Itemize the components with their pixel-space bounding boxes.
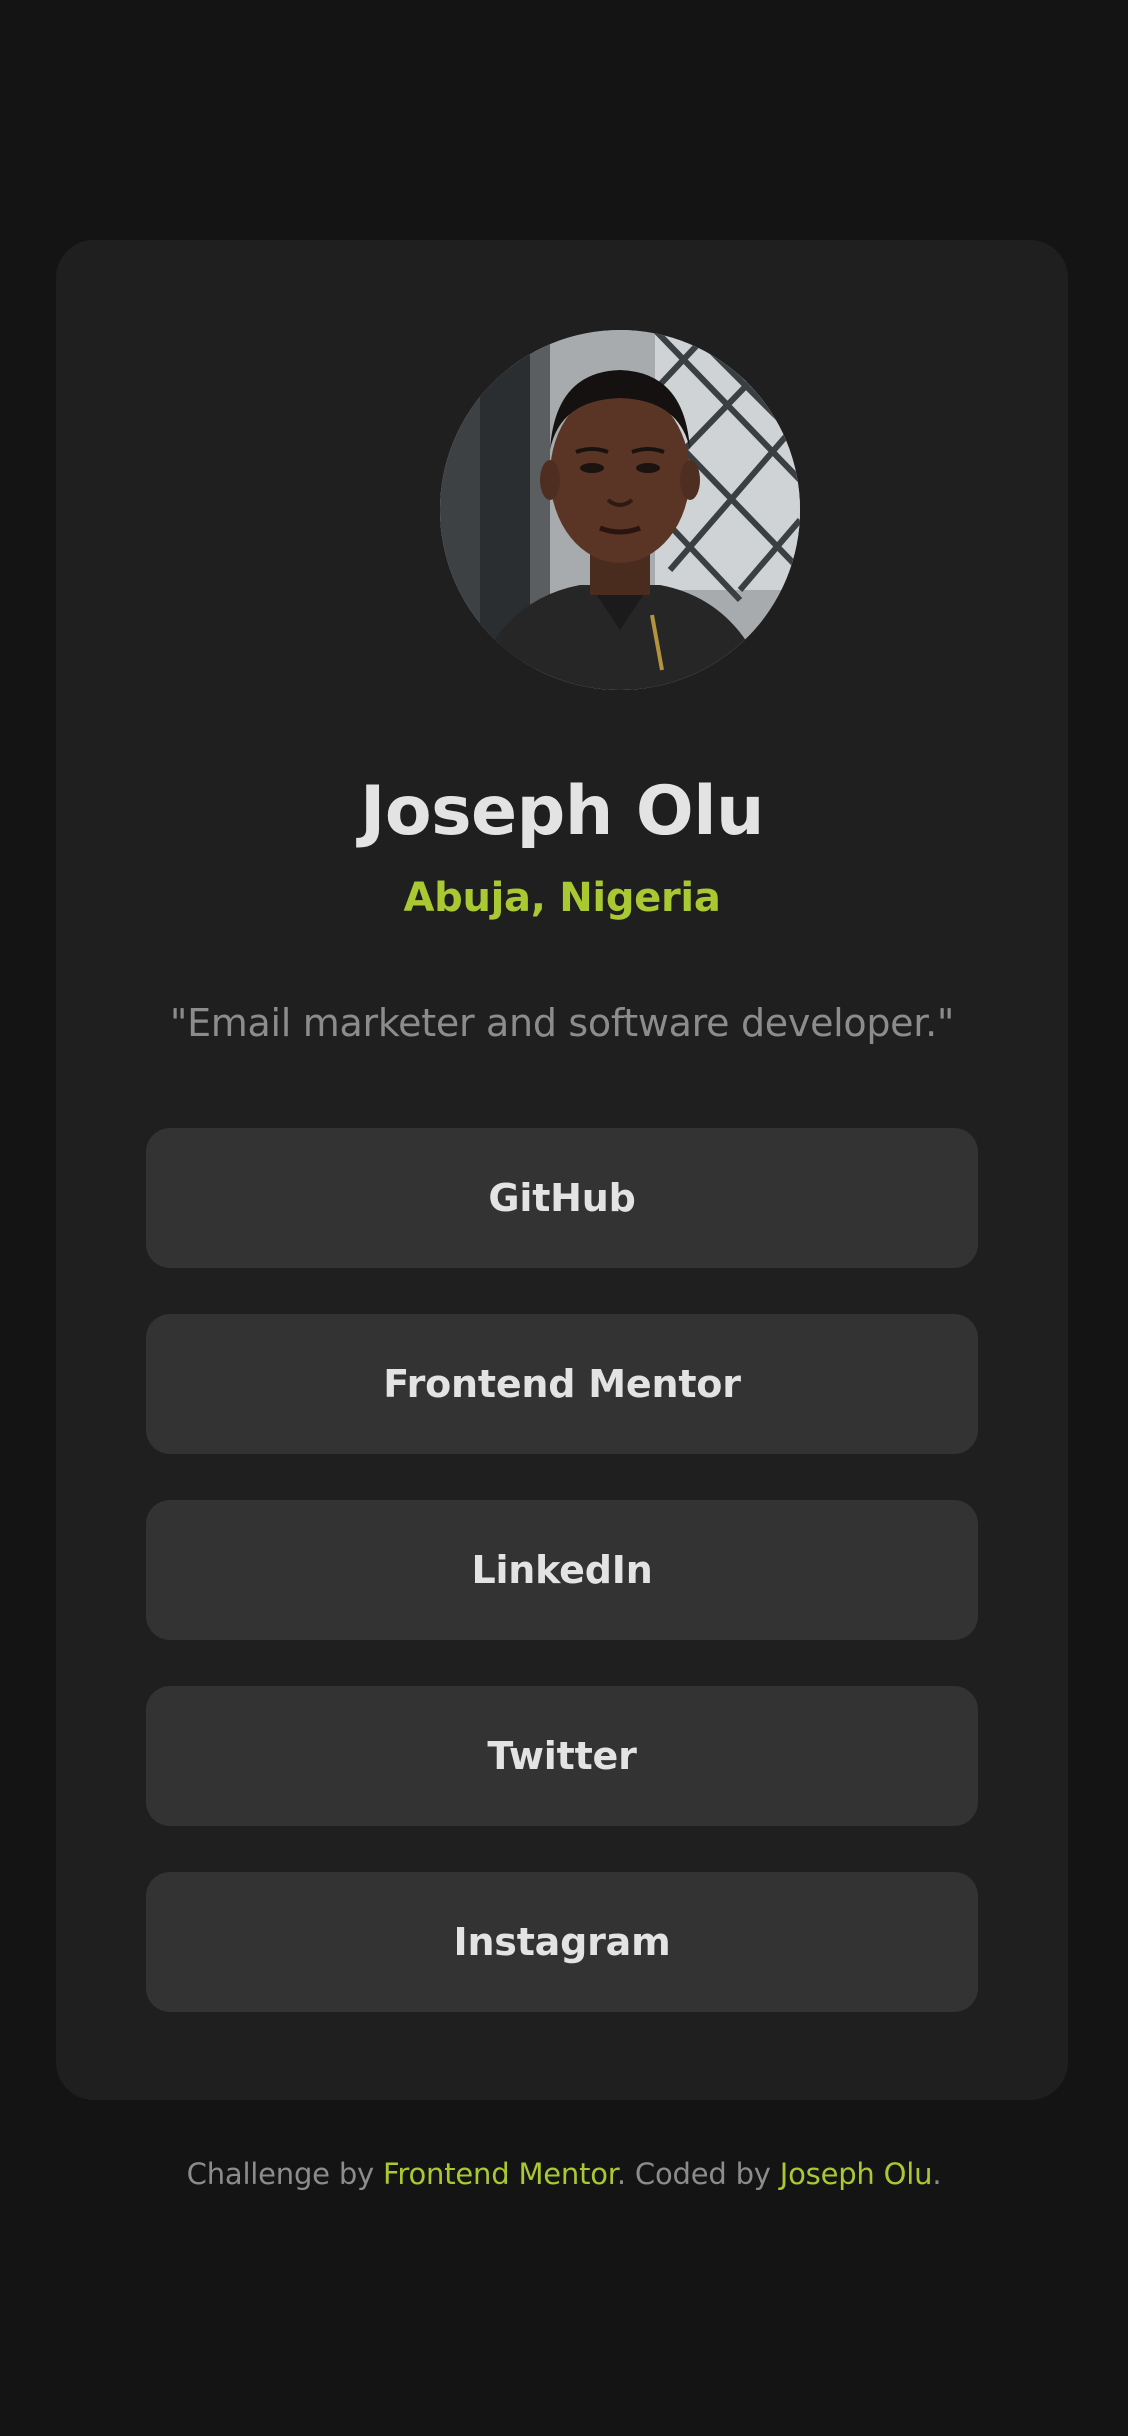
page: Joseph Olu Abuja, Nigeria "Email markete… [0, 0, 1128, 2436]
footer-prefix: Challenge by [186, 2157, 384, 2191]
link-linkedin-button[interactable]: LinkedIn [146, 1500, 978, 1640]
footer-author-link[interactable]: Joseph Olu [780, 2157, 933, 2191]
profile-bio: "Email marketer and software developer." [169, 1001, 955, 1045]
profile-card: Joseph Olu Abuja, Nigeria "Email markete… [56, 240, 1068, 2100]
link-frontend-mentor-button[interactable]: Frontend Mentor [146, 1314, 978, 1454]
link-twitter-button[interactable]: Twitter [146, 1686, 978, 1826]
social-links: GitHub Frontend Mentor LinkedIn Twitter … [146, 1128, 978, 2058]
profile-location: Abuja, Nigeria [403, 875, 721, 921]
avatar [440, 330, 800, 690]
footer-suffix: . [932, 2157, 942, 2191]
profile-name: Joseph Olu [360, 772, 764, 851]
attribution-footer: Challenge by Frontend Mentor. Coded by J… [0, 2160, 1128, 2189]
avatar-photo [440, 330, 800, 690]
footer-challenge-link[interactable]: Frontend Mentor [383, 2157, 617, 2191]
link-github-button[interactable]: GitHub [146, 1128, 978, 1268]
link-instagram-button[interactable]: Instagram [146, 1872, 978, 2012]
footer-middle: . Coded by [616, 2157, 780, 2191]
